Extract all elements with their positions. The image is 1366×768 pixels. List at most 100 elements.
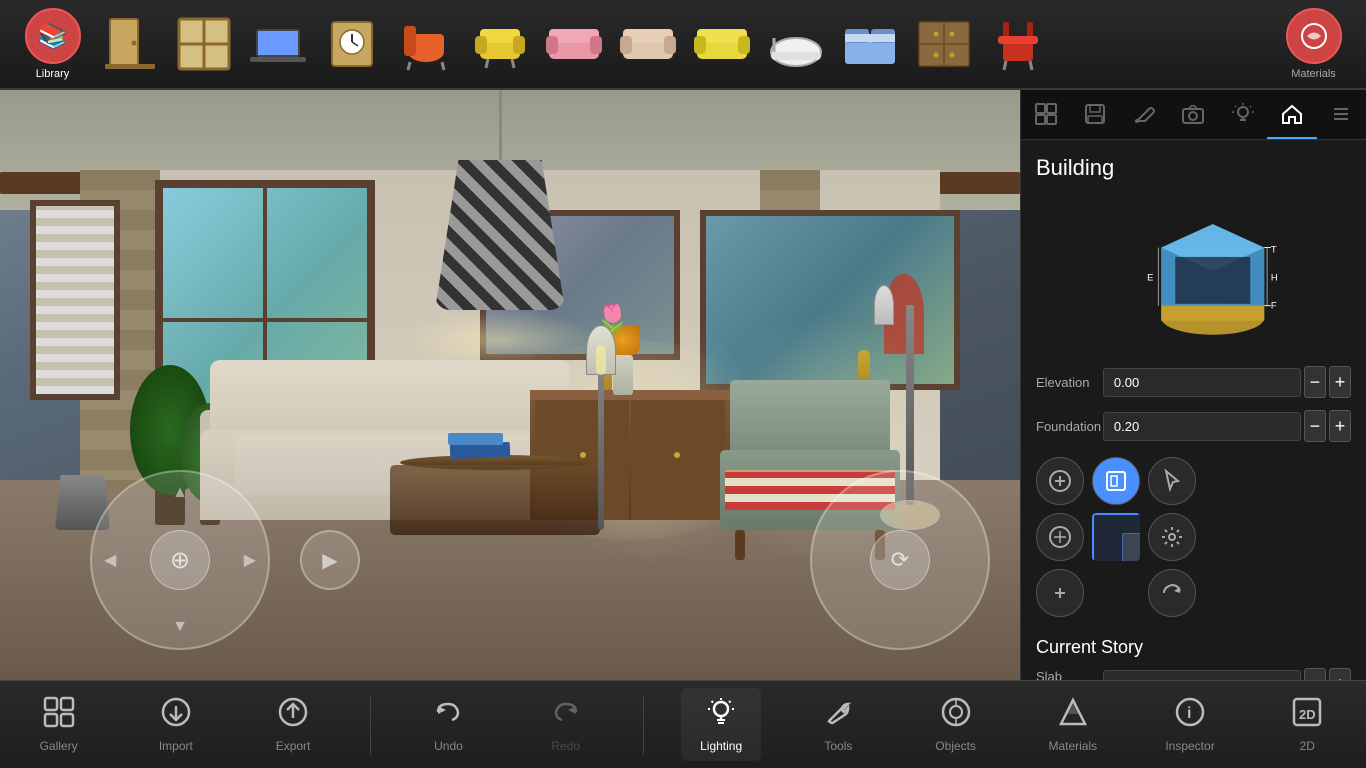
settings-button[interactable] <box>1148 513 1196 561</box>
right-panel: Building T H E F <box>1020 90 1366 680</box>
zoom-button[interactable] <box>1036 569 1084 617</box>
gallery-icon <box>43 696 75 735</box>
tab-save[interactable] <box>1070 90 1119 139</box>
lighting-icon <box>705 696 737 735</box>
undo-icon <box>432 696 464 735</box>
nav-circle-small[interactable]: ▶ <box>300 530 360 590</box>
move-button[interactable] <box>1036 513 1084 561</box>
import-label: Import <box>159 739 193 753</box>
slab-thickness-input[interactable] <box>1103 670 1301 681</box>
pendant-lamp <box>435 90 565 310</box>
elevation-input[interactable] <box>1103 368 1301 397</box>
nav-circle-move[interactable]: ⊕ ▲ ▼ ◀ ▶ <box>90 470 270 650</box>
slab-thickness-row: Slab Thickness − + <box>1036 668 1351 680</box>
objects-label: Objects <box>935 739 976 753</box>
tools-label: Tools <box>824 739 852 753</box>
svg-text:2D: 2D <box>1299 707 1316 722</box>
panel-tabs <box>1021 90 1366 140</box>
select-button[interactable] <box>1148 457 1196 505</box>
floor-lamp-left-back <box>598 350 604 530</box>
add-object-button[interactable] <box>1036 457 1084 505</box>
furniture-sofa-yellow[interactable] <box>687 9 757 79</box>
bottom-redo[interactable]: Redo <box>526 688 606 761</box>
foundation-plus-button[interactable]: + <box>1329 410 1351 442</box>
foundation-label: Foundation <box>1036 419 1103 434</box>
bottom-inspector[interactable]: i Inspector <box>1150 688 1230 761</box>
current-story-title: Current Story <box>1036 637 1351 658</box>
2d-label: 2D <box>1300 739 1315 753</box>
bottom-tools[interactable]: Tools <box>798 688 878 761</box>
rotate-button[interactable] <box>1148 569 1196 617</box>
furniture-chair-red[interactable] <box>983 9 1053 79</box>
svg-text:H: H <box>1270 272 1277 282</box>
slab-minus-button[interactable]: − <box>1304 668 1326 680</box>
tab-paint[interactable] <box>1120 90 1169 139</box>
materials-button[interactable]: Materials <box>1271 3 1356 85</box>
panel-content: Building T H E F <box>1021 140 1366 680</box>
foundation-minus-button[interactable]: − <box>1304 410 1326 442</box>
furniture-sofa-beige[interactable] <box>613 9 683 79</box>
floor-plan-button-active[interactable] <box>1092 457 1140 505</box>
lighting-label: Lighting <box>700 739 742 753</box>
elevation-label: Elevation <box>1036 375 1103 390</box>
furniture-door[interactable] <box>95 9 165 79</box>
separator-1 <box>370 695 371 755</box>
svg-text:i: i <box>1187 705 1191 722</box>
library-button[interactable]: 📚 Library <box>10 3 95 85</box>
objects-icon <box>940 696 972 735</box>
import-icon <box>160 696 192 735</box>
floor-controls <box>1036 457 1351 617</box>
coffee-table <box>390 455 600 535</box>
furniture-bed-blue[interactable] <box>835 9 905 79</box>
furniture-clock[interactable] <box>317 9 387 79</box>
furniture-cabinet-brown[interactable] <box>909 9 979 79</box>
tab-camera[interactable] <box>1169 90 1218 139</box>
furniture-sofa-pink[interactable] <box>539 9 609 79</box>
furniture-items-scroll <box>95 9 1271 79</box>
svg-text:F: F <box>1270 301 1276 311</box>
building-diagram: T H E F <box>1094 196 1294 346</box>
foundation-row: Foundation − + <box>1036 410 1351 442</box>
furniture-bathtub[interactable] <box>761 9 831 79</box>
elevation-row: Elevation − + <box>1036 366 1351 398</box>
bottom-lighting[interactable]: Lighting <box>681 688 761 761</box>
separator-2 <box>643 695 644 755</box>
furniture-chair-orange[interactable] <box>391 9 461 79</box>
inspector-label: Inspector <box>1165 739 1214 753</box>
bottom-gallery[interactable]: Gallery <box>19 688 99 761</box>
bottom-objects[interactable]: Objects <box>916 688 996 761</box>
tab-list[interactable] <box>1317 90 1366 139</box>
export-label: Export <box>276 739 311 753</box>
materials-bottom-label: Materials <box>1048 739 1097 753</box>
materials-label: Materials <box>1291 68 1336 80</box>
library-label: Library <box>36 68 70 80</box>
furniture-armchair-yellow[interactable] <box>465 9 535 79</box>
tab-light[interactable] <box>1218 90 1267 139</box>
svg-text:T: T <box>1270 244 1276 254</box>
tab-home[interactable] <box>1267 90 1316 139</box>
elevation-minus-button[interactable]: − <box>1304 366 1326 398</box>
tab-rooms[interactable] <box>1021 90 1070 139</box>
svg-text:E: E <box>1147 272 1153 282</box>
top-toolbar: 📚 Library <box>0 0 1366 90</box>
furniture-window[interactable] <box>169 9 239 79</box>
2d-icon: 2D <box>1291 696 1323 735</box>
3d-viewport[interactable]: 🌷 <box>0 90 1020 680</box>
bottom-2d[interactable]: 2D 2D <box>1267 688 1347 761</box>
bottom-materials[interactable]: Materials <box>1033 688 1113 761</box>
bottom-export[interactable]: Export <box>253 688 333 761</box>
elevation-plus-button[interactable]: + <box>1329 366 1351 398</box>
bottom-import[interactable]: Import <box>136 688 216 761</box>
floor-plan-preview-container <box>1092 513 1140 561</box>
bottom-undo[interactable]: Undo <box>408 688 488 761</box>
redo-label: Redo <box>551 739 580 753</box>
furniture-laptop[interactable] <box>243 9 313 79</box>
slab-thickness-label: Slab Thickness <box>1036 669 1103 680</box>
nav-circle-rotate[interactable]: ⟳ <box>810 470 990 650</box>
gallery-label: Gallery <box>40 739 78 753</box>
redo-icon <box>550 696 582 735</box>
materials-bottom-icon <box>1057 696 1089 735</box>
building-title: Building <box>1036 155 1351 181</box>
slab-plus-button[interactable]: + <box>1329 668 1351 680</box>
foundation-input[interactable] <box>1103 412 1301 441</box>
